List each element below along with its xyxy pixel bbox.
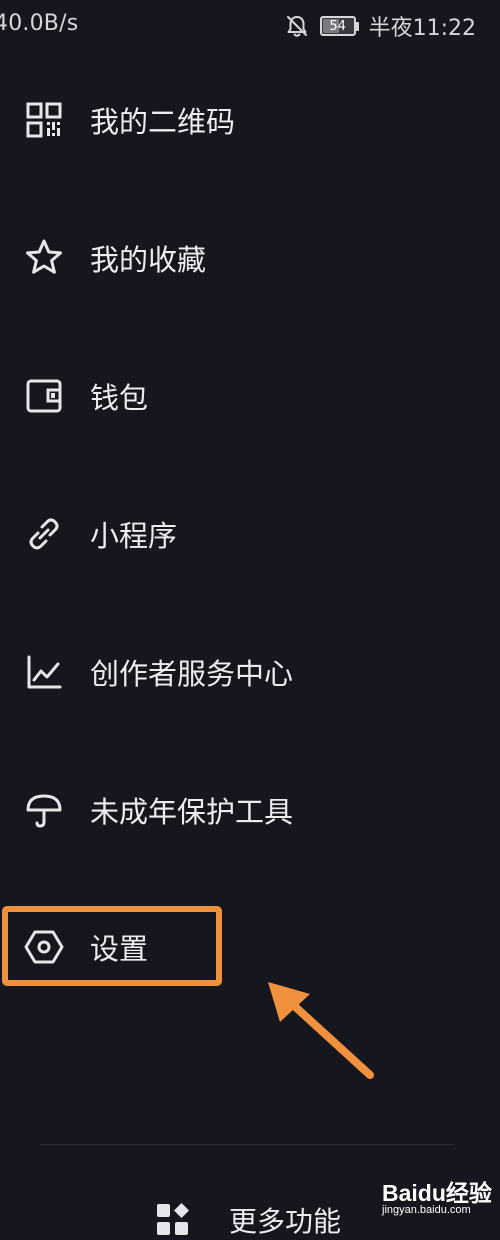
menu-item-favorites[interactable]: 我的收藏	[0, 228, 500, 288]
annotation-arrow-icon	[268, 982, 374, 1079]
baidu-watermark: Baidu经验 jingyan.baidu.com	[382, 1174, 500, 1224]
menu-item-label: 钱包	[90, 381, 149, 415]
settings-highlight-box	[2, 906, 222, 986]
battery-level: 54	[329, 18, 346, 34]
menu-item-wallet[interactable]: 钱包	[0, 366, 500, 426]
menu-item-label: 我的收藏	[90, 243, 207, 277]
star-icon	[24, 238, 64, 278]
battery-icon: 54	[319, 16, 359, 36]
status-clock: 半夜11:22	[368, 16, 476, 41]
menu-item-label: 小程序	[90, 519, 178, 553]
menu-item-label: 未成年保护工具	[90, 795, 294, 829]
divider	[40, 1144, 454, 1145]
menu-item-label: 创作者服务中心	[90, 657, 294, 691]
menu-item-creator-center[interactable]: 创作者服务中心	[0, 642, 500, 702]
status-icons: 54 半夜11:22	[284, 10, 476, 42]
grid-diamond-icon	[157, 1203, 189, 1235]
watermark-main: Baidu经验	[382, 1180, 492, 1206]
qr-code-icon	[24, 100, 64, 140]
watermark-sub: jingyan.baidu.com	[382, 1204, 471, 1216]
umbrella-icon	[24, 790, 64, 830]
menu-item-mini-programs[interactable]: 小程序	[0, 504, 500, 564]
more-functions-button[interactable]: 更多功能	[155, 1200, 341, 1240]
link-icon	[24, 514, 64, 554]
more-functions-label: 更多功能	[229, 1205, 342, 1238]
wallet-icon	[24, 376, 64, 416]
status-bar: 40.0B/s 54 半夜11:22	[0, 0, 500, 52]
menu-item-qr-code[interactable]: 我的二维码	[0, 90, 500, 150]
menu-item-minor-protection[interactable]: 未成年保护工具	[0, 780, 500, 840]
bell-muted-icon	[286, 16, 307, 37]
chart-icon	[24, 652, 64, 692]
network-speed: 40.0B/s	[0, 11, 79, 36]
menu-item-label: 我的二维码	[90, 105, 236, 139]
